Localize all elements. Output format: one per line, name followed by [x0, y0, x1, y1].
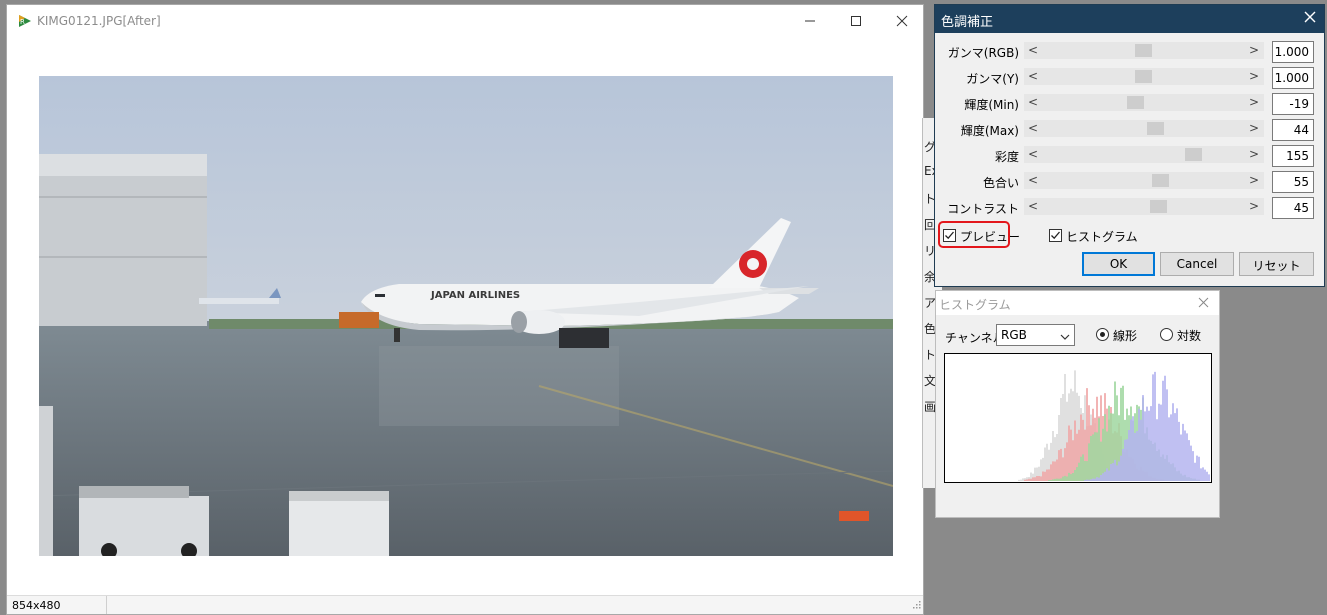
gamma-y-value[interactable]: 1.000	[1272, 67, 1314, 89]
histogram-dialog: ヒストグラム チャンネル RGB 線形 対数	[935, 290, 1220, 518]
close-icon	[896, 15, 908, 27]
gamma-rgb-value[interactable]: 1.000	[1272, 41, 1314, 63]
chevron-left-icon[interactable]: <	[1028, 173, 1038, 187]
contrast-slider[interactable]: < >	[1024, 198, 1264, 215]
channel-value: RGB	[1001, 328, 1027, 342]
slider-label: 輝度(Min)	[964, 98, 1019, 112]
linear-radio[interactable]: 線形	[1096, 327, 1148, 343]
brightness-min-value[interactable]: -19	[1272, 93, 1314, 115]
histogram-dialog-title: ヒストグラム	[939, 298, 1011, 312]
brightness-min-slider[interactable]: < >	[1024, 94, 1264, 111]
channel-select[interactable]: RGB	[996, 324, 1075, 346]
status-divider	[106, 596, 107, 614]
chevron-down-icon	[1060, 330, 1070, 344]
gamma-rgb-row: ガンマ(RGB) < > 1.000	[935, 41, 1324, 63]
close-icon[interactable]	[1304, 11, 1316, 26]
preview-label: プレビュー	[960, 230, 1021, 244]
brightness-max-slider[interactable]: < >	[1024, 120, 1264, 137]
airplane-photo: JAPAN AIRLINES	[39, 76, 893, 556]
chevron-right-icon[interactable]: >	[1249, 43, 1259, 57]
radio-unselected-icon[interactable]	[1160, 328, 1173, 341]
chevron-right-icon[interactable]: >	[1249, 95, 1259, 109]
radio-selected-icon[interactable]	[1096, 328, 1109, 341]
saturation-slider[interactable]: < >	[1024, 146, 1264, 163]
app-logo-icon: R	[18, 14, 32, 28]
saturation-value[interactable]: 155	[1272, 145, 1314, 167]
close-icon[interactable]	[1198, 297, 1209, 311]
slider-thumb[interactable]	[1184, 148, 1202, 161]
svg-text:JAPAN AIRLINES: JAPAN AIRLINES	[430, 290, 520, 301]
minimize-icon	[805, 20, 815, 22]
slider-label: 彩度	[994, 150, 1019, 164]
slider-label: コントラスト	[947, 202, 1019, 216]
hue-value[interactable]: 55	[1272, 171, 1314, 193]
slider-thumb[interactable]	[1149, 200, 1167, 213]
slider-label: ガンマ(Y)	[966, 72, 1019, 86]
gamma-y-row: ガンマ(Y) < > 1.000	[935, 67, 1324, 89]
window-title: KIMG0121.JPG[After]	[37, 14, 161, 28]
slider-thumb[interactable]	[1147, 122, 1165, 135]
close-button[interactable]	[879, 9, 925, 33]
cancel-button[interactable]: Cancel	[1160, 252, 1234, 276]
brightness-min-row: 輝度(Min) < > -19	[935, 93, 1324, 115]
color-dialog-title: 色調補正	[941, 15, 994, 30]
image-window-titlebar[interactable]: R KIMG0121.JPG[After]	[7, 5, 923, 36]
color-dialog-titlebar[interactable]: 色調補正	[935, 5, 1324, 33]
chevron-right-icon[interactable]: >	[1249, 147, 1259, 161]
chevron-right-icon[interactable]: >	[1249, 173, 1259, 187]
checkbox-check-icon[interactable]	[943, 229, 956, 242]
gamma-rgb-slider[interactable]: < >	[1024, 42, 1264, 59]
image-window: R KIMG0121.JPG[After] JAPAN AIRLINES 854…	[6, 4, 924, 615]
resize-grip-icon[interactable]	[913, 598, 921, 612]
svg-text:R: R	[20, 18, 25, 26]
reset-button[interactable]: リセット	[1239, 252, 1314, 276]
chevron-left-icon[interactable]: <	[1028, 95, 1038, 109]
chevron-right-icon[interactable]: >	[1249, 69, 1259, 83]
slider-thumb[interactable]	[1126, 96, 1144, 109]
chevron-left-icon[interactable]: <	[1028, 147, 1038, 161]
color-correction-dialog: 色調補正 ガンマ(RGB) < > 1.000 ガンマ(Y) < > 1.000…	[934, 4, 1325, 287]
slider-label: ガンマ(RGB)	[947, 46, 1019, 60]
chevron-right-icon[interactable]: >	[1249, 121, 1259, 135]
image-size-status: 854x480	[12, 599, 61, 612]
maximize-icon	[851, 16, 861, 26]
checkbox-check-icon[interactable]	[1049, 229, 1062, 242]
slider-thumb[interactable]	[1135, 70, 1152, 83]
photo-canvas[interactable]: JAPAN AIRLINES	[39, 76, 893, 556]
ok-button[interactable]: OK	[1082, 252, 1155, 276]
histogram-dialog-titlebar[interactable]: ヒストグラム	[936, 291, 1219, 315]
preview-checkbox[interactable]: プレビュー	[943, 227, 1020, 245]
maximize-button[interactable]	[833, 9, 879, 33]
linear-label: 線形	[1113, 329, 1138, 343]
chevron-left-icon[interactable]: <	[1028, 43, 1038, 57]
histogram-graph	[944, 353, 1212, 483]
brightness-max-value[interactable]: 44	[1272, 119, 1314, 141]
slider-label: 色合い	[982, 176, 1019, 190]
log-radio[interactable]: 対数	[1160, 327, 1204, 343]
chevron-left-icon[interactable]: <	[1028, 69, 1038, 83]
contrast-row: コントラスト < > 45	[935, 197, 1324, 219]
saturation-row: 彩度 < > 155	[935, 145, 1324, 167]
status-bar: 854x480	[7, 595, 923, 614]
minimize-button[interactable]	[787, 9, 833, 33]
log-label: 対数	[1177, 329, 1202, 343]
chevron-left-icon[interactable]: <	[1028, 199, 1038, 213]
chevron-right-icon[interactable]: >	[1249, 199, 1259, 213]
slider-label: 輝度(Max)	[960, 124, 1019, 138]
histogram-checkbox[interactable]: ヒストグラム	[1049, 227, 1138, 245]
chevron-left-icon[interactable]: <	[1028, 121, 1038, 135]
slider-thumb[interactable]	[1135, 44, 1152, 57]
slider-thumb[interactable]	[1151, 174, 1169, 187]
histogram-label: ヒストグラム	[1066, 230, 1138, 244]
hue-slider[interactable]: < >	[1024, 172, 1264, 189]
gamma-y-slider[interactable]: < >	[1024, 68, 1264, 85]
hue-row: 色合い < > 55	[935, 171, 1324, 193]
brightness-max-row: 輝度(Max) < > 44	[935, 119, 1324, 141]
contrast-value[interactable]: 45	[1272, 197, 1314, 219]
